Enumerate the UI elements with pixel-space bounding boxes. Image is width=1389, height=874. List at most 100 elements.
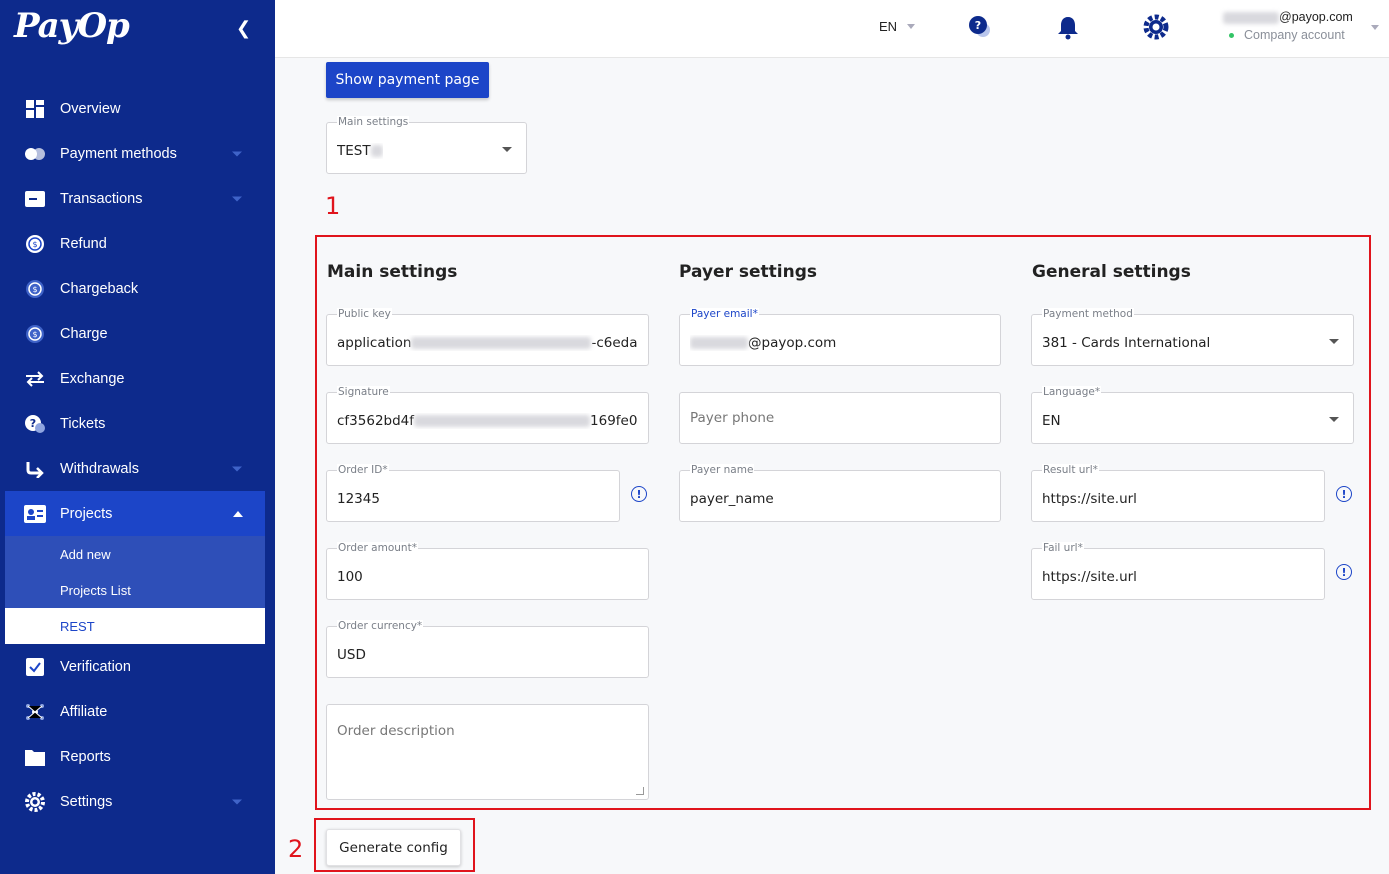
order-id-value: 12345 <box>337 491 380 507</box>
user-menu[interactable]: @payop.com Company account <box>1223 10 1353 42</box>
sidebar-item-payment-methods[interactable]: Payment methods <box>0 131 275 176</box>
help-chat-icon[interactable]: ? <box>967 14 993 40</box>
signature-field[interactable]: Signature cf3562bd4f 169fe0 <box>326 386 649 444</box>
sidebar-item-label: Tickets <box>60 415 106 432</box>
sidebar-item-affiliate[interactable]: Affiliate <box>0 689 275 734</box>
payer-settings-title: Payer settings <box>679 262 817 282</box>
payop-logo: PayOp <box>14 6 130 46</box>
sidebar-item-label: Affiliate <box>60 703 108 720</box>
payer-email-label: Payer email* <box>690 308 759 320</box>
order-amount-value: 100 <box>337 569 363 585</box>
chevron-down-icon <box>907 24 916 29</box>
payer-email-domain: @payop.com <box>748 335 837 351</box>
account-type: Company account <box>1223 28 1353 42</box>
order-description-placeholder: Order description <box>337 723 455 739</box>
sidebar-item-transactions[interactable]: Transactions <box>0 176 275 221</box>
affiliate-icon <box>24 701 46 723</box>
sidebar-subitem-add-new[interactable]: Add new <box>5 536 265 572</box>
public-key-value: application -c6edaa <box>337 335 638 351</box>
sidebar-item-charge[interactable]: $ Charge <box>0 311 275 356</box>
order-currency-field[interactable]: Order currency* USD <box>326 620 649 678</box>
fail-url-value: https://site.url <box>1042 569 1137 585</box>
show-payment-page-button[interactable]: Show payment page <box>326 62 489 98</box>
svg-text:$: $ <box>32 330 37 339</box>
user-email-domain: @payop.com <box>1279 10 1353 24</box>
redacted-text <box>690 337 748 349</box>
order-description-textarea[interactable]: Order description <box>326 704 649 800</box>
sidebar-item-settings[interactable]: Settings <box>0 779 275 824</box>
exchange-icon <box>24 368 46 390</box>
chevron-down-icon <box>1329 417 1339 422</box>
sidebar-nav: Overview Payment methods Transactions $ … <box>0 86 275 824</box>
withdrawals-icon <box>24 458 46 480</box>
sidebar-subitem-rest[interactable]: REST <box>5 608 265 644</box>
language-select[interactable]: Language* EN <box>1031 386 1354 444</box>
public-key-label: Public key <box>337 308 392 320</box>
gear-icon <box>24 791 46 813</box>
sidebar-item-overview[interactable]: Overview <box>0 86 275 131</box>
fail-url-field[interactable]: Fail url* https://site.url <box>1031 542 1325 600</box>
sidebar-item-reports[interactable]: Reports <box>0 734 275 779</box>
chevron-down-icon <box>1329 339 1339 344</box>
redacted-text <box>370 145 383 157</box>
signature-suffix: 169fe0 <box>590 413 638 429</box>
payer-name-label: Payer name <box>690 464 755 476</box>
public-key-suffix: -c6edaa <box>591 335 638 351</box>
redacted-text <box>414 415 591 427</box>
order-id-label: Order ID* <box>337 464 389 476</box>
result-url-field[interactable]: Result url* https://site.url <box>1031 464 1325 522</box>
svg-text:?: ? <box>975 19 981 32</box>
payer-phone-field[interactable]: Payer phone <box>679 392 1001 444</box>
bell-icon[interactable] <box>1055 14 1081 40</box>
public-key-field[interactable]: Public key application -c6edaa <box>326 308 649 366</box>
projects-icon <box>24 503 46 525</box>
result-url-info-icon[interactable]: ! <box>1336 486 1352 502</box>
language-selector[interactable]: EN <box>879 19 916 34</box>
resize-handle-icon[interactable] <box>636 787 644 795</box>
order-amount-field[interactable]: Order amount* 100 <box>326 542 649 600</box>
sidebar-item-verification[interactable]: Verification <box>0 644 275 689</box>
user-email: @payop.com <box>1223 10 1353 24</box>
redacted-text <box>411 337 592 349</box>
svg-text:$: $ <box>32 285 37 294</box>
sidebar-item-label: Charge <box>60 325 108 342</box>
verification-icon <box>24 656 46 678</box>
payer-name-field[interactable]: Payer name payer_name <box>679 464 1001 522</box>
annotation-1: 1 <box>325 192 341 220</box>
fail-url-info-icon[interactable]: ! <box>1336 564 1352 580</box>
language-label: Language* <box>1042 386 1102 398</box>
sidebar-item-label: Refund <box>60 235 107 252</box>
payment-method-value: 381 - Cards International <box>1042 335 1211 351</box>
chevron-down-icon <box>232 466 242 471</box>
sidebar-item-label: Withdrawals <box>60 460 139 477</box>
settings-gear-icon[interactable] <box>1143 14 1169 40</box>
sidebar-item-exchange[interactable]: Exchange <box>0 356 275 401</box>
sidebar-subitem-projects-list[interactable]: Projects List <box>5 572 265 608</box>
sidebar-item-withdrawals[interactable]: Withdrawals <box>0 446 275 491</box>
sidebar-item-label: Reports <box>60 748 111 765</box>
payer-name-value: payer_name <box>690 491 774 507</box>
chevron-down-icon[interactable] <box>1371 25 1379 30</box>
sidebar-item-label: Payment methods <box>60 145 177 162</box>
collapse-sidebar-chevron-icon[interactable]: ❮ <box>236 18 251 39</box>
chevron-down-icon <box>502 147 512 152</box>
payment-method-select[interactable]: Payment method 381 - Cards International <box>1031 308 1354 366</box>
sidebar-item-label: Overview <box>60 100 121 117</box>
toggle-icon <box>24 143 46 165</box>
payer-phone-placeholder: Payer phone <box>690 410 775 426</box>
sidebar-item-tickets[interactable]: ? Tickets <box>0 401 275 446</box>
order-id-info-icon[interactable]: ! <box>631 486 647 502</box>
sidebar-item-refund[interactable]: $ Refund <box>0 221 275 266</box>
payer-email-field[interactable]: Payer email* @payop.com <box>679 308 1001 366</box>
language-value: EN <box>1042 413 1061 429</box>
order-id-field[interactable]: Order ID* 12345 <box>326 464 620 522</box>
main-settings-select[interactable]: Main settings TEST <box>326 116 527 174</box>
sidebar-item-label: Transactions <box>60 190 143 207</box>
sidebar-item-label: Chargeback <box>60 280 139 297</box>
dashboard-icon <box>24 98 46 120</box>
chevron-down-icon <box>232 151 242 156</box>
generate-config-button[interactable]: Generate config <box>326 829 461 866</box>
sidebar-item-projects[interactable]: Projects <box>5 491 265 536</box>
signature-prefix: cf3562bd4f <box>337 413 415 429</box>
sidebar-item-chargeback[interactable]: $ Chargeback <box>0 266 275 311</box>
